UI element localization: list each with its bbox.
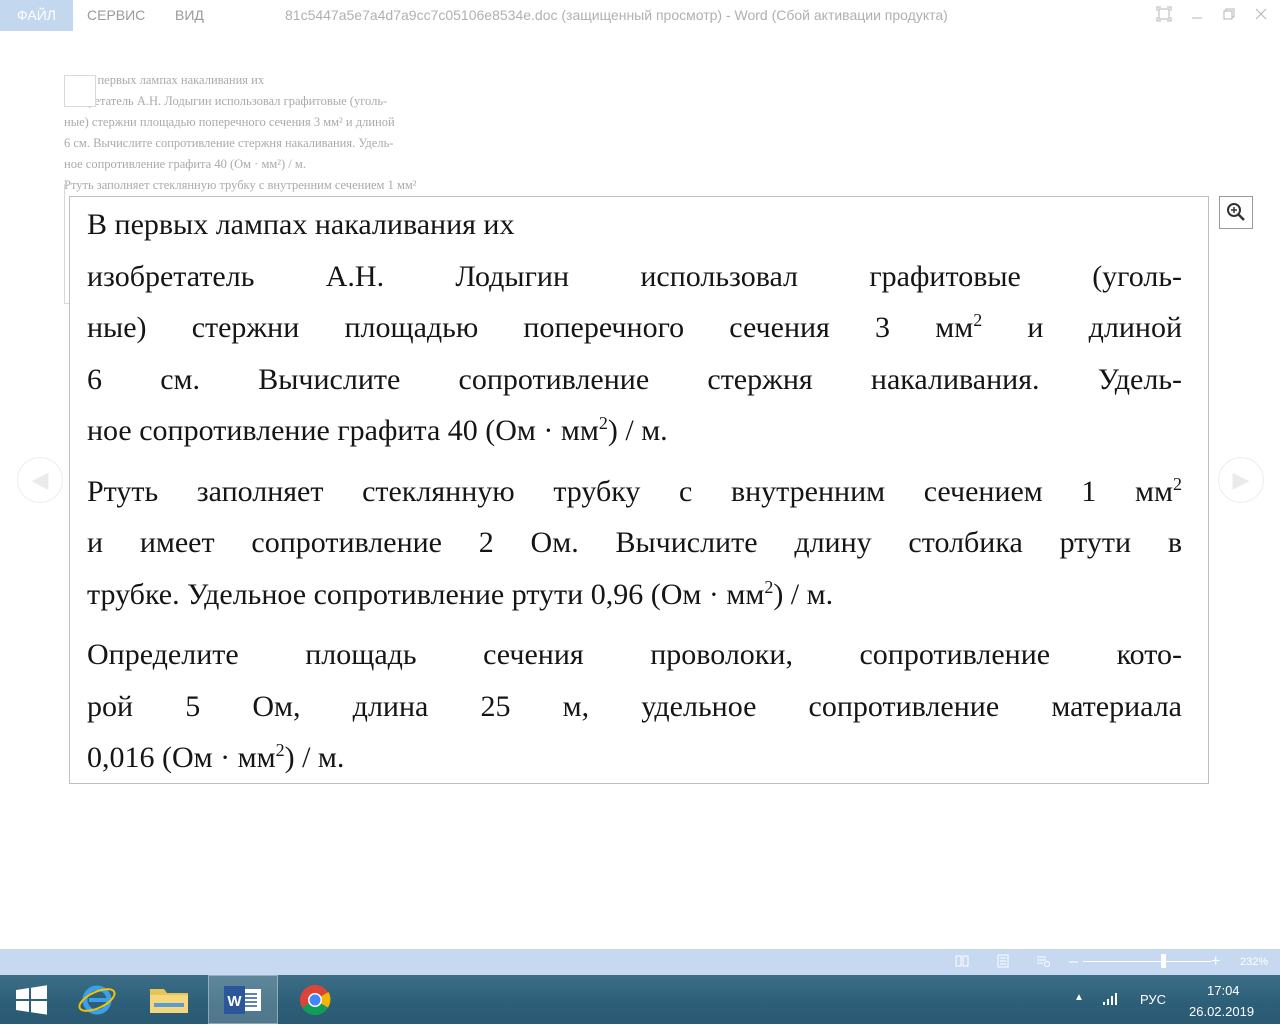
doc-line: ное сопротивление графита 40 (Ом · мм²) … <box>64 157 306 171</box>
text-line-part: трубке. Удельное сопротивление ртути 0,9… <box>87 577 765 611</box>
paragraph-1: В первых лампах накаливания их изобретат… <box>87 199 1182 457</box>
superscript: 2 <box>973 310 983 330</box>
text-line-part: 0,016 (Ом · мм <box>87 741 276 774</box>
superscript: 2 <box>1173 473 1182 494</box>
chrome-icon <box>300 985 331 1016</box>
superscript: 2 <box>275 740 285 760</box>
language-indicator[interactable]: РУС <box>1140 992 1166 1007</box>
zoom-in-icon[interactable]: + <box>1211 949 1220 975</box>
show-hidden-icons[interactable]: ▲ <box>1074 992 1084 1003</box>
paragraph-2: Ртуть заполняет стеклянную трубку с внут… <box>87 466 1182 621</box>
text-line: трубке. Удельное сопротивление ртути 0,9… <box>87 569 1182 621</box>
text-line: Определите площадь сечения проволоки, со… <box>87 638 1182 671</box>
zoom-in-button[interactable] <box>1219 196 1253 229</box>
doc-line: изобретатель А.Н. Лодыгин использовал гр… <box>64 94 388 108</box>
image-text: В первых лампах накаливания их изобретат… <box>87 199 1182 784</box>
status-bar: – + 232% <box>0 949 1280 975</box>
text-line-part: ное сопротивление графита 40 (Ом · мм <box>87 414 599 447</box>
zoom-level[interactable]: 232% <box>1240 949 1268 975</box>
window-title: 81c5447a5e7a4d7a9cc7c05106e8534e.doc (за… <box>285 7 948 23</box>
chevron-right-icon: ▶ <box>1232 467 1250 492</box>
text-line: ное сопротивление графита 40 (Ом · мм2) … <box>87 405 1182 457</box>
menu-tab-service[interactable]: СЕРВИС <box>87 0 145 31</box>
background-document: В первых лампах накаливания их изобретат… <box>64 70 514 196</box>
taskbar: W ▲ РУС 17:04 26.02.2019 <box>0 975 1280 1024</box>
doc-line: Ртуть заполняет стеклянную трубку с внут… <box>64 178 417 192</box>
internet-explorer-icon <box>78 985 116 1015</box>
text-line-part: и длиной <box>982 311 1182 344</box>
read-mode-icon[interactable] <box>955 954 969 968</box>
zoomed-image-panel: В первых лампах накаливания их изобретат… <box>69 196 1209 784</box>
menu-tab-file[interactable]: ФАЙЛ <box>0 0 73 31</box>
text-line-part: ) / м. <box>773 577 834 611</box>
paragraph-3: Определите площадь сечения проволоки, со… <box>87 629 1182 784</box>
image-anchor-box <box>64 75 96 107</box>
start-button[interactable] <box>0 975 62 1024</box>
text-line: и имеет сопротивление 2 Ом. Вычислите дл… <box>87 526 1182 559</box>
text-line: Ртуть заполняет стеклянную трубку с внут… <box>87 466 1182 518</box>
taskbar-file-explorer[interactable] <box>134 975 204 1024</box>
svg-text:W: W <box>227 993 242 1010</box>
next-page-button[interactable]: ▶ <box>1218 457 1264 503</box>
text-line: 6 см. Вычислите сопротивление стержня на… <box>87 362 1182 396</box>
text-line-part: Ртуть заполняет стеклянную трубку с внут… <box>87 474 1173 508</box>
previous-page-button[interactable]: ◀ <box>17 457 63 503</box>
web-layout-icon[interactable] <box>1036 954 1050 968</box>
text-line: изобретатель А.Н. Лодыгин использовал гр… <box>87 259 1182 293</box>
taskbar-chrome[interactable] <box>280 975 350 1024</box>
clock-time[interactable]: 17:04 <box>1207 983 1240 998</box>
zoom-slider[interactable] <box>1083 961 1211 962</box>
word-icon: W <box>224 986 261 1014</box>
text-line: 0,016 (Ом · мм2) / м. <box>87 732 1182 784</box>
minimize-icon[interactable] <box>1188 6 1206 24</box>
close-icon[interactable] <box>1252 6 1270 24</box>
superscript: 2 <box>598 413 608 433</box>
zoom-slider-thumb[interactable] <box>1161 954 1166 968</box>
menu-tab-view[interactable]: ВИД <box>175 0 204 31</box>
magnifier-plus-icon <box>1227 203 1245 221</box>
file-explorer-icon <box>150 989 188 1013</box>
start-icon <box>16 985 47 1015</box>
taskbar-word[interactable]: W <box>208 975 278 1024</box>
taskbar-internet-explorer[interactable] <box>62 975 132 1024</box>
fullscreen-icon[interactable] <box>1155 6 1173 24</box>
zoom-out-icon[interactable]: – <box>1069 949 1078 975</box>
text-line: В первых лампах накаливания их <box>87 208 515 241</box>
text-line: ные) стержни площадью поперечного сечени… <box>87 302 1182 354</box>
text-line-part: ) / м. <box>607 414 668 447</box>
doc-line: 6 см. Вычислите сопротивление стержня на… <box>64 136 394 150</box>
superscript: 2 <box>764 576 774 597</box>
chevron-left-icon: ◀ <box>31 467 49 492</box>
doc-line: В первых лампах накаливания их <box>86 73 265 87</box>
print-layout-icon[interactable] <box>996 954 1010 968</box>
title-bar: ФАЙЛ СЕРВИС ВИД 81c5447a5e7a4d7a9cc7c051… <box>0 0 1280 31</box>
doc-line: ные) стержни площадью поперечного сечени… <box>64 115 395 129</box>
network-signal-icon[interactable] <box>1102 992 1120 1011</box>
text-line: рой 5 Ом, длина 25 м, удельное сопротивл… <box>87 689 1182 723</box>
clock-date[interactable]: 26.02.2019 <box>1189 1004 1254 1019</box>
text-line-part: ) / м. <box>284 741 345 774</box>
restore-icon[interactable] <box>1220 6 1238 24</box>
text-line-part: ные) стержни площадью поперечного сечени… <box>87 311 974 344</box>
